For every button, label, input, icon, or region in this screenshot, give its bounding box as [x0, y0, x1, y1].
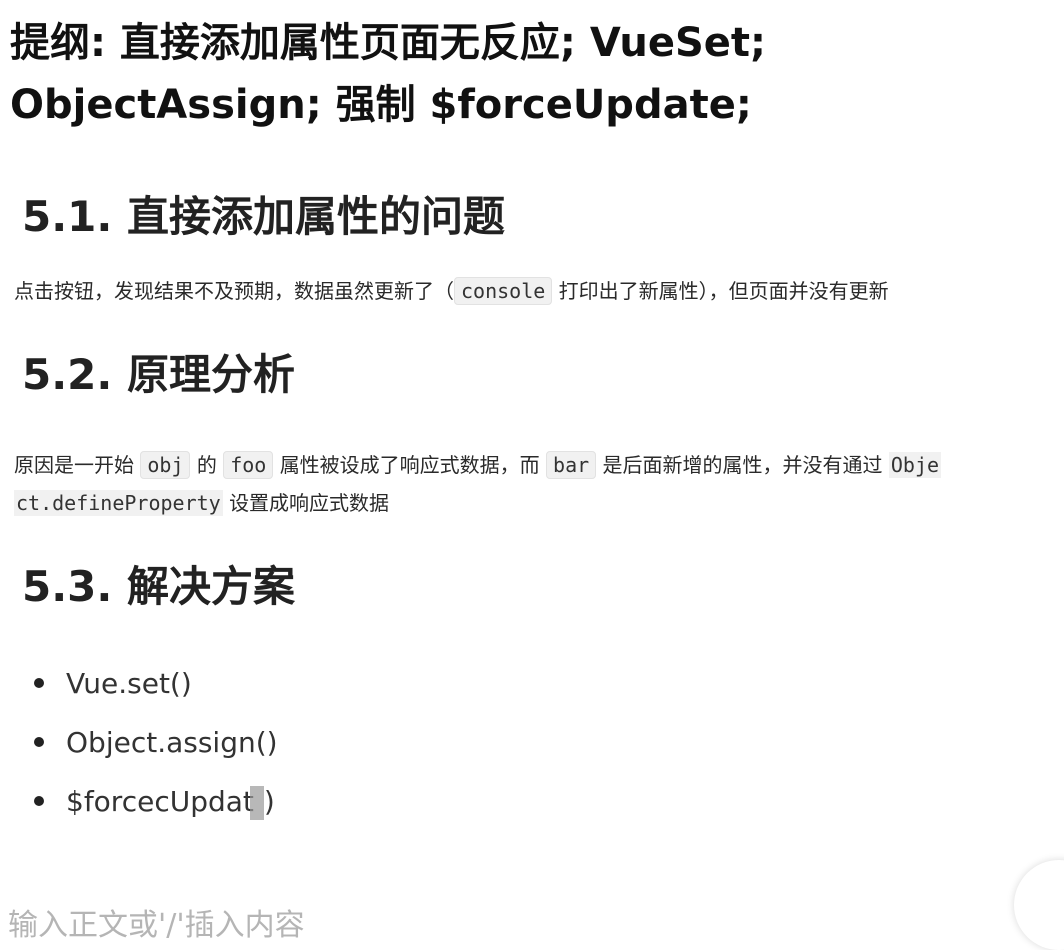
article-content: 5.1. 直接添加属性的问题 点击按钮，发现结果不及预期，数据虽然更新了（ con… — [14, 182, 1054, 831]
outline-line-1: 提纲: 直接添加属性页面无反应; VueSet; — [10, 20, 767, 66]
outline-heading: 提纲: 直接添加属性页面无反应; VueSet; ObjectAssign; 强… — [10, 12, 1050, 136]
section-1-text-before: 点击按钮，发现结果不及预期，数据虽然更新了（ — [14, 279, 454, 303]
inline-code-obj: obj — [140, 451, 191, 479]
outline-line-2: ObjectAssign; 强制 $forceUpdate; — [10, 82, 752, 128]
bullet-icon — [34, 678, 44, 688]
section-title-5-3: 5.3. 解决方案 — [22, 562, 295, 611]
editor-input-placeholder[interactable]: 输入正文或'/'插入内容 — [8, 900, 305, 944]
section-2-part2: 的 — [196, 453, 217, 477]
list-item: Vue.set() — [34, 654, 1054, 713]
bullet-icon — [34, 737, 44, 747]
section-2-part4: 是后面新增的属性，并没有通过 — [602, 453, 883, 477]
solution-force-update-tail: ) — [263, 785, 275, 818]
inline-code-object-define-property-a: Obje — [888, 452, 942, 478]
floating-action-button[interactable] — [1014, 860, 1064, 950]
section-title-5-1: 5.1. 直接添加属性的问题 — [22, 192, 505, 241]
section-1-text-after: 打印出了新属性），但页面并没有更新 — [558, 279, 889, 303]
solution-vue-set: Vue.set() — [66, 667, 192, 700]
section-2-paragraph: 原因是一开始 obj 的 foo 属性被设成了响应式数据，而 bar 是后面新增… — [14, 446, 1052, 522]
inline-code-bar: bar — [546, 451, 597, 479]
section-2-part3: 属性被设成了响应式数据，而 — [279, 453, 540, 477]
inline-code-foo: foo — [223, 451, 274, 479]
section-title-5-2: 5.2. 原理分析 — [22, 350, 295, 399]
cursor-blot-icon — [249, 786, 264, 820]
inline-code-console: console — [454, 277, 553, 305]
solution-force-update: $forcecUpdat — [66, 785, 254, 818]
bullet-icon — [34, 796, 44, 806]
list-item: Object.assign() — [34, 713, 1054, 772]
section-2-part5: 设置成响应式数据 — [229, 491, 390, 515]
solutions-list: Vue.set() Object.assign() $forcecUpdat) — [14, 654, 1054, 831]
solution-object-assign: Object.assign() — [66, 726, 278, 759]
list-item: $forcecUpdat) — [34, 772, 1054, 831]
inline-code-object-define-property-b: ct.defineProperty — [14, 490, 223, 516]
section-2-part1: 原因是一开始 — [14, 453, 134, 477]
section-1-paragraph: 点击按钮，发现结果不及预期，数据虽然更新了（ console 打印出了新属性），但… — [14, 272, 1052, 310]
